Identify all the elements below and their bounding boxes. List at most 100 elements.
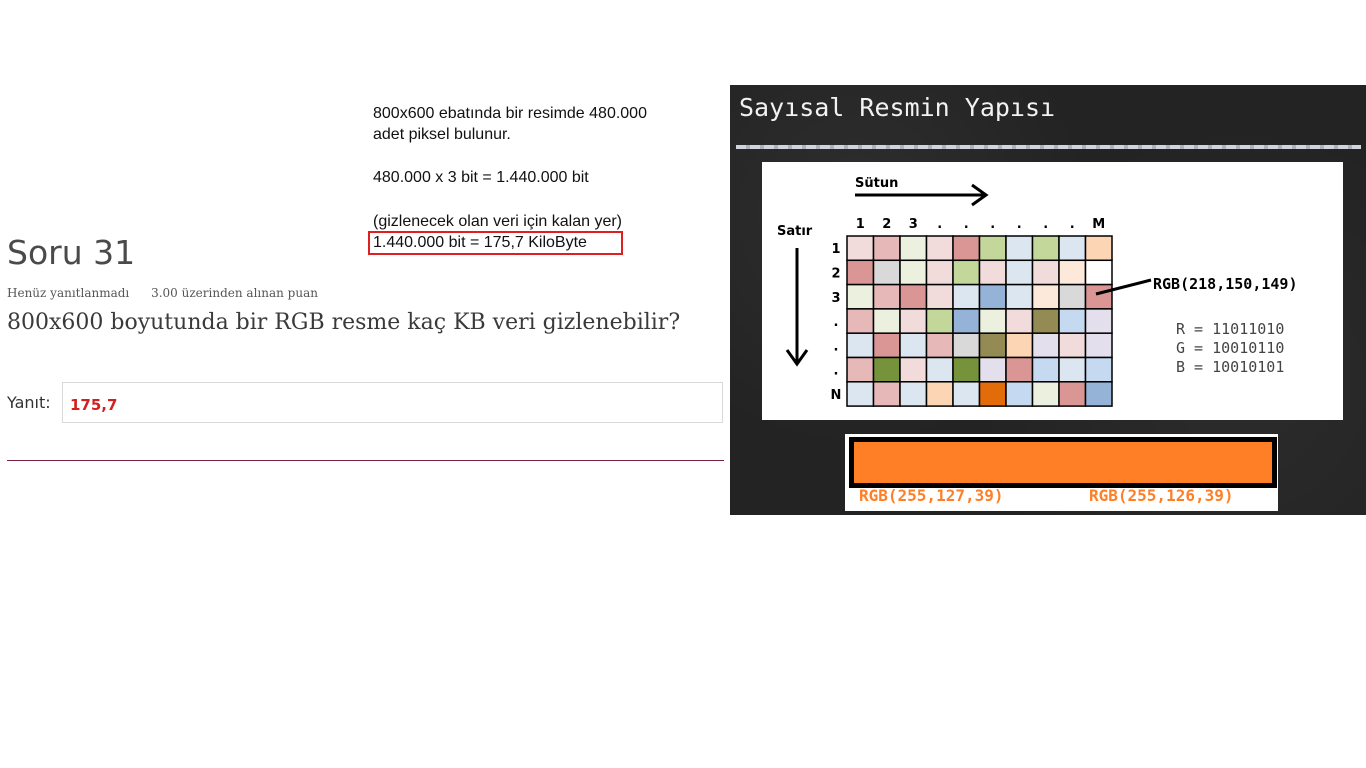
pixel-cell <box>872 259 901 286</box>
pixel-cell <box>1031 308 1060 334</box>
binary-b: B = 10010101 <box>1176 358 1284 376</box>
pixel-cell <box>1058 283 1087 310</box>
column-label: Sütun <box>855 176 898 191</box>
pixel-cell <box>952 235 981 262</box>
pixel-cell <box>846 235 875 262</box>
row-label: Satır <box>777 224 813 239</box>
pixel-cell <box>1031 259 1060 286</box>
pixel-cell <box>1058 381 1087 407</box>
orange-color-bar <box>849 437 1277 488</box>
highlight-box <box>368 231 623 255</box>
pixel-cell <box>1005 235 1034 262</box>
question-text: 800x600 boyutunda bir RGB resme kaç KB v… <box>7 310 681 335</box>
pixel-cell <box>1084 332 1113 359</box>
pixel-cell <box>846 381 875 407</box>
pixel-cell <box>1031 356 1060 383</box>
column-header: . <box>990 217 995 232</box>
pixel-cell <box>1031 332 1060 359</box>
pixel-cell <box>1058 235 1087 262</box>
pixel-cell <box>925 356 954 383</box>
column-header: 3 <box>909 217 918 232</box>
pixel-cell <box>1031 235 1060 262</box>
pixel-grid-diagram: Sütun Satır 1 2 3...... M 1 2 3... N RGB(218,1… <box>777 176 1298 407</box>
pixel-cell <box>1005 381 1034 407</box>
column-header: 1 <box>856 217 865 232</box>
pixel-cell <box>952 308 981 334</box>
pixel-cell <box>899 332 928 359</box>
pixel-cell <box>925 283 954 310</box>
pixel-cell <box>1031 381 1060 407</box>
row-header: . <box>834 364 839 379</box>
pixel-cell <box>872 381 901 407</box>
row-header: . <box>834 339 839 354</box>
question-status: Henüz yanıtlanmadı <box>7 286 130 300</box>
orange-label-right: RGB(255,126,39) <box>1089 486 1234 505</box>
column-header: . <box>964 217 969 232</box>
pixel-cell <box>978 332 1007 359</box>
pixel-cell <box>1084 381 1113 407</box>
calc-line-4: (gizlenecek olan veri için kalan yer) <box>373 213 622 230</box>
pixel-cell <box>899 381 928 407</box>
pixel-cell <box>846 308 875 334</box>
pixel-cell <box>899 235 928 262</box>
pixel-cell <box>872 308 901 334</box>
column-header: . <box>1043 217 1048 232</box>
pixel-cell <box>1084 356 1113 383</box>
pixel-cell <box>952 332 981 359</box>
pixel-cell <box>872 283 901 310</box>
column-header: . <box>937 217 942 232</box>
pixel-cell <box>925 332 954 359</box>
pixel-grid-panel: Sütun Satır 1 2 3...... M 1 2 3... N RGB(218,1… <box>762 162 1343 420</box>
pixel-cell <box>1058 308 1087 334</box>
pixel-cell <box>1084 283 1113 310</box>
slide-title: Sayısal Resmin Yapısı <box>739 93 1056 122</box>
pixel-cell <box>1058 356 1087 383</box>
divider <box>7 460 724 461</box>
column-header: M <box>1092 217 1105 232</box>
row-header: . <box>834 315 839 330</box>
orange-sample-panel: RGB(255,127,39) RGB(255,126,39) <box>845 434 1278 511</box>
pixel-cell <box>846 356 875 383</box>
pixel-cell <box>952 259 981 286</box>
pixel-cell <box>1005 356 1034 383</box>
question-info: Henüz yanıtlanmadı 3.00 üzerinden alınan… <box>7 286 318 300</box>
pixel-cell <box>925 235 954 262</box>
answer-value: 175,7 <box>70 396 118 414</box>
row-header: N <box>831 388 842 403</box>
pixel-cell <box>1005 259 1034 286</box>
pixel-cell <box>1031 283 1060 310</box>
pixel-cell <box>1058 259 1087 286</box>
pixel-cell <box>978 356 1007 383</box>
pixel-cell <box>1084 259 1113 286</box>
pixel-cell <box>978 283 1007 310</box>
pixel-cell <box>899 356 928 383</box>
binary-g: G = 10010110 <box>1176 339 1284 357</box>
question-grade: 3.00 üzerinden alınan puan <box>151 286 318 300</box>
column-header: . <box>1017 217 1022 232</box>
pixel-cell <box>1005 332 1034 359</box>
row-header: 1 <box>831 242 840 257</box>
pixel-cell <box>872 356 901 383</box>
pixel-cell <box>872 332 901 359</box>
pixel-cell <box>978 308 1007 334</box>
pixel-cell <box>846 283 875 310</box>
pixel-cell <box>1005 308 1034 334</box>
pixel-cell <box>872 235 901 262</box>
pixel-cell <box>925 308 954 334</box>
pixel-cell <box>978 381 1007 407</box>
pixel-cell <box>1084 308 1113 334</box>
rgb-label: RGB(218,150,149) <box>1153 275 1298 293</box>
pixel-cell <box>1058 332 1087 359</box>
answer-label: Yanıt: <box>7 393 51 412</box>
pixel-cell <box>899 308 928 334</box>
calc-line-1: 800x600 ebatında bir resimde 480.000 <box>373 105 647 122</box>
binary-r: R = 11011010 <box>1176 320 1284 338</box>
pixel-cell <box>952 356 981 383</box>
row-header: 2 <box>831 266 840 281</box>
pixel-cell <box>846 332 875 359</box>
pixel-cell <box>899 283 928 310</box>
calc-line-2: adet piksel bulunur. <box>373 126 511 143</box>
answer-input[interactable]: 175,7 <box>62 382 723 423</box>
pixel-cell <box>846 259 875 286</box>
column-header: 2 <box>882 217 891 232</box>
